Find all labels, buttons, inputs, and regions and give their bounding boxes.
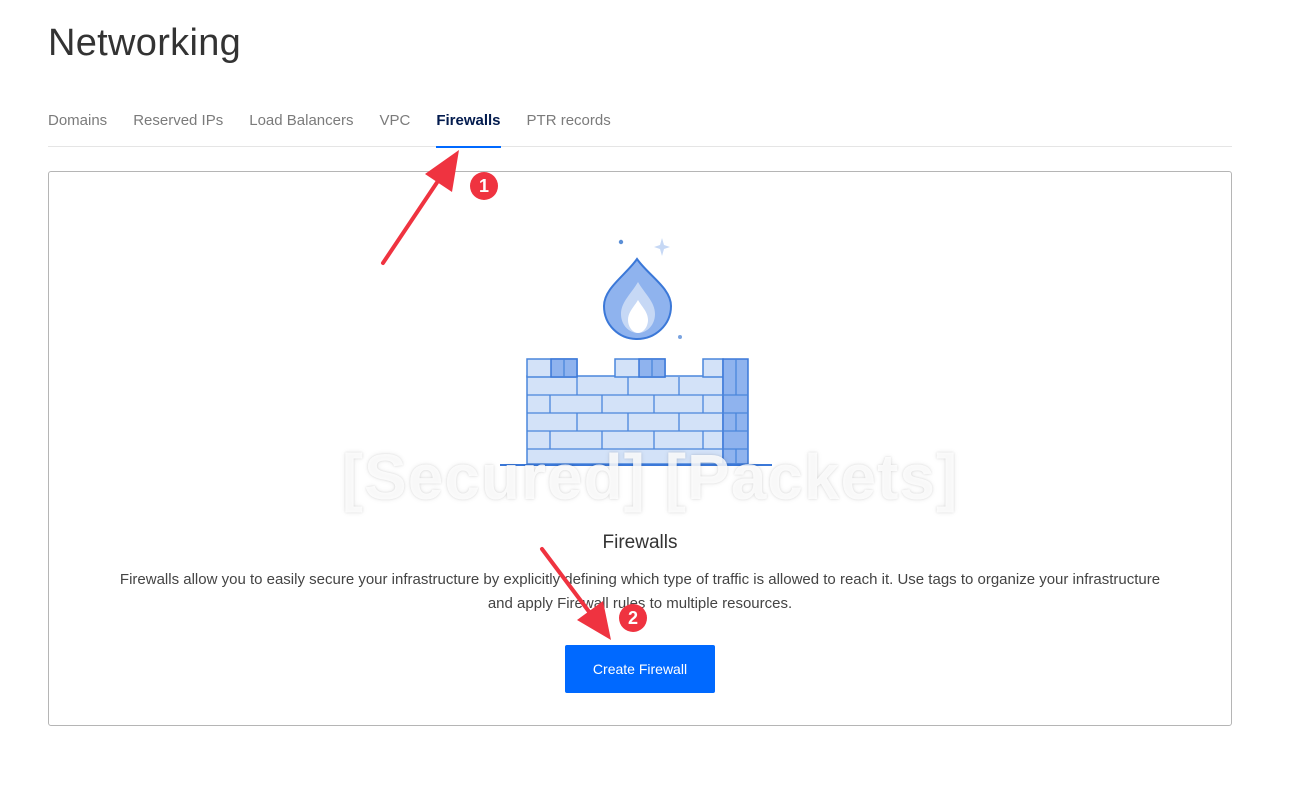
page-title: Networking — [48, 22, 242, 64]
networking-page: Networking Domains Reserved IPs Load Bal… — [0, 0, 1307, 787]
tab-domains[interactable]: Domains — [48, 100, 107, 147]
annotation-badge-1: 1 — [470, 172, 498, 200]
description-line-1: Firewalls allow you to easily secure you… — [119, 571, 1161, 588]
tab-reserved-ips[interactable]: Reserved IPs — [133, 100, 223, 147]
networking-tabs: Domains Reserved IPs Load Balancers VPC … — [48, 100, 1232, 148]
empty-state-title: Firewalls — [602, 532, 678, 553]
watermark-text: [Secured] [Packets] — [341, 441, 959, 513]
annotation-badge-2: 2 — [619, 604, 647, 632]
tab-load-balancers[interactable]: Load Balancers — [249, 100, 353, 147]
tab-firewalls[interactable]: Firewalls — [436, 100, 501, 148]
tab-ptr-records[interactable]: PTR records — [527, 100, 611, 147]
tab-vpc[interactable]: VPC — [379, 100, 410, 147]
create-firewall-button[interactable]: Create Firewall — [565, 645, 715, 693]
